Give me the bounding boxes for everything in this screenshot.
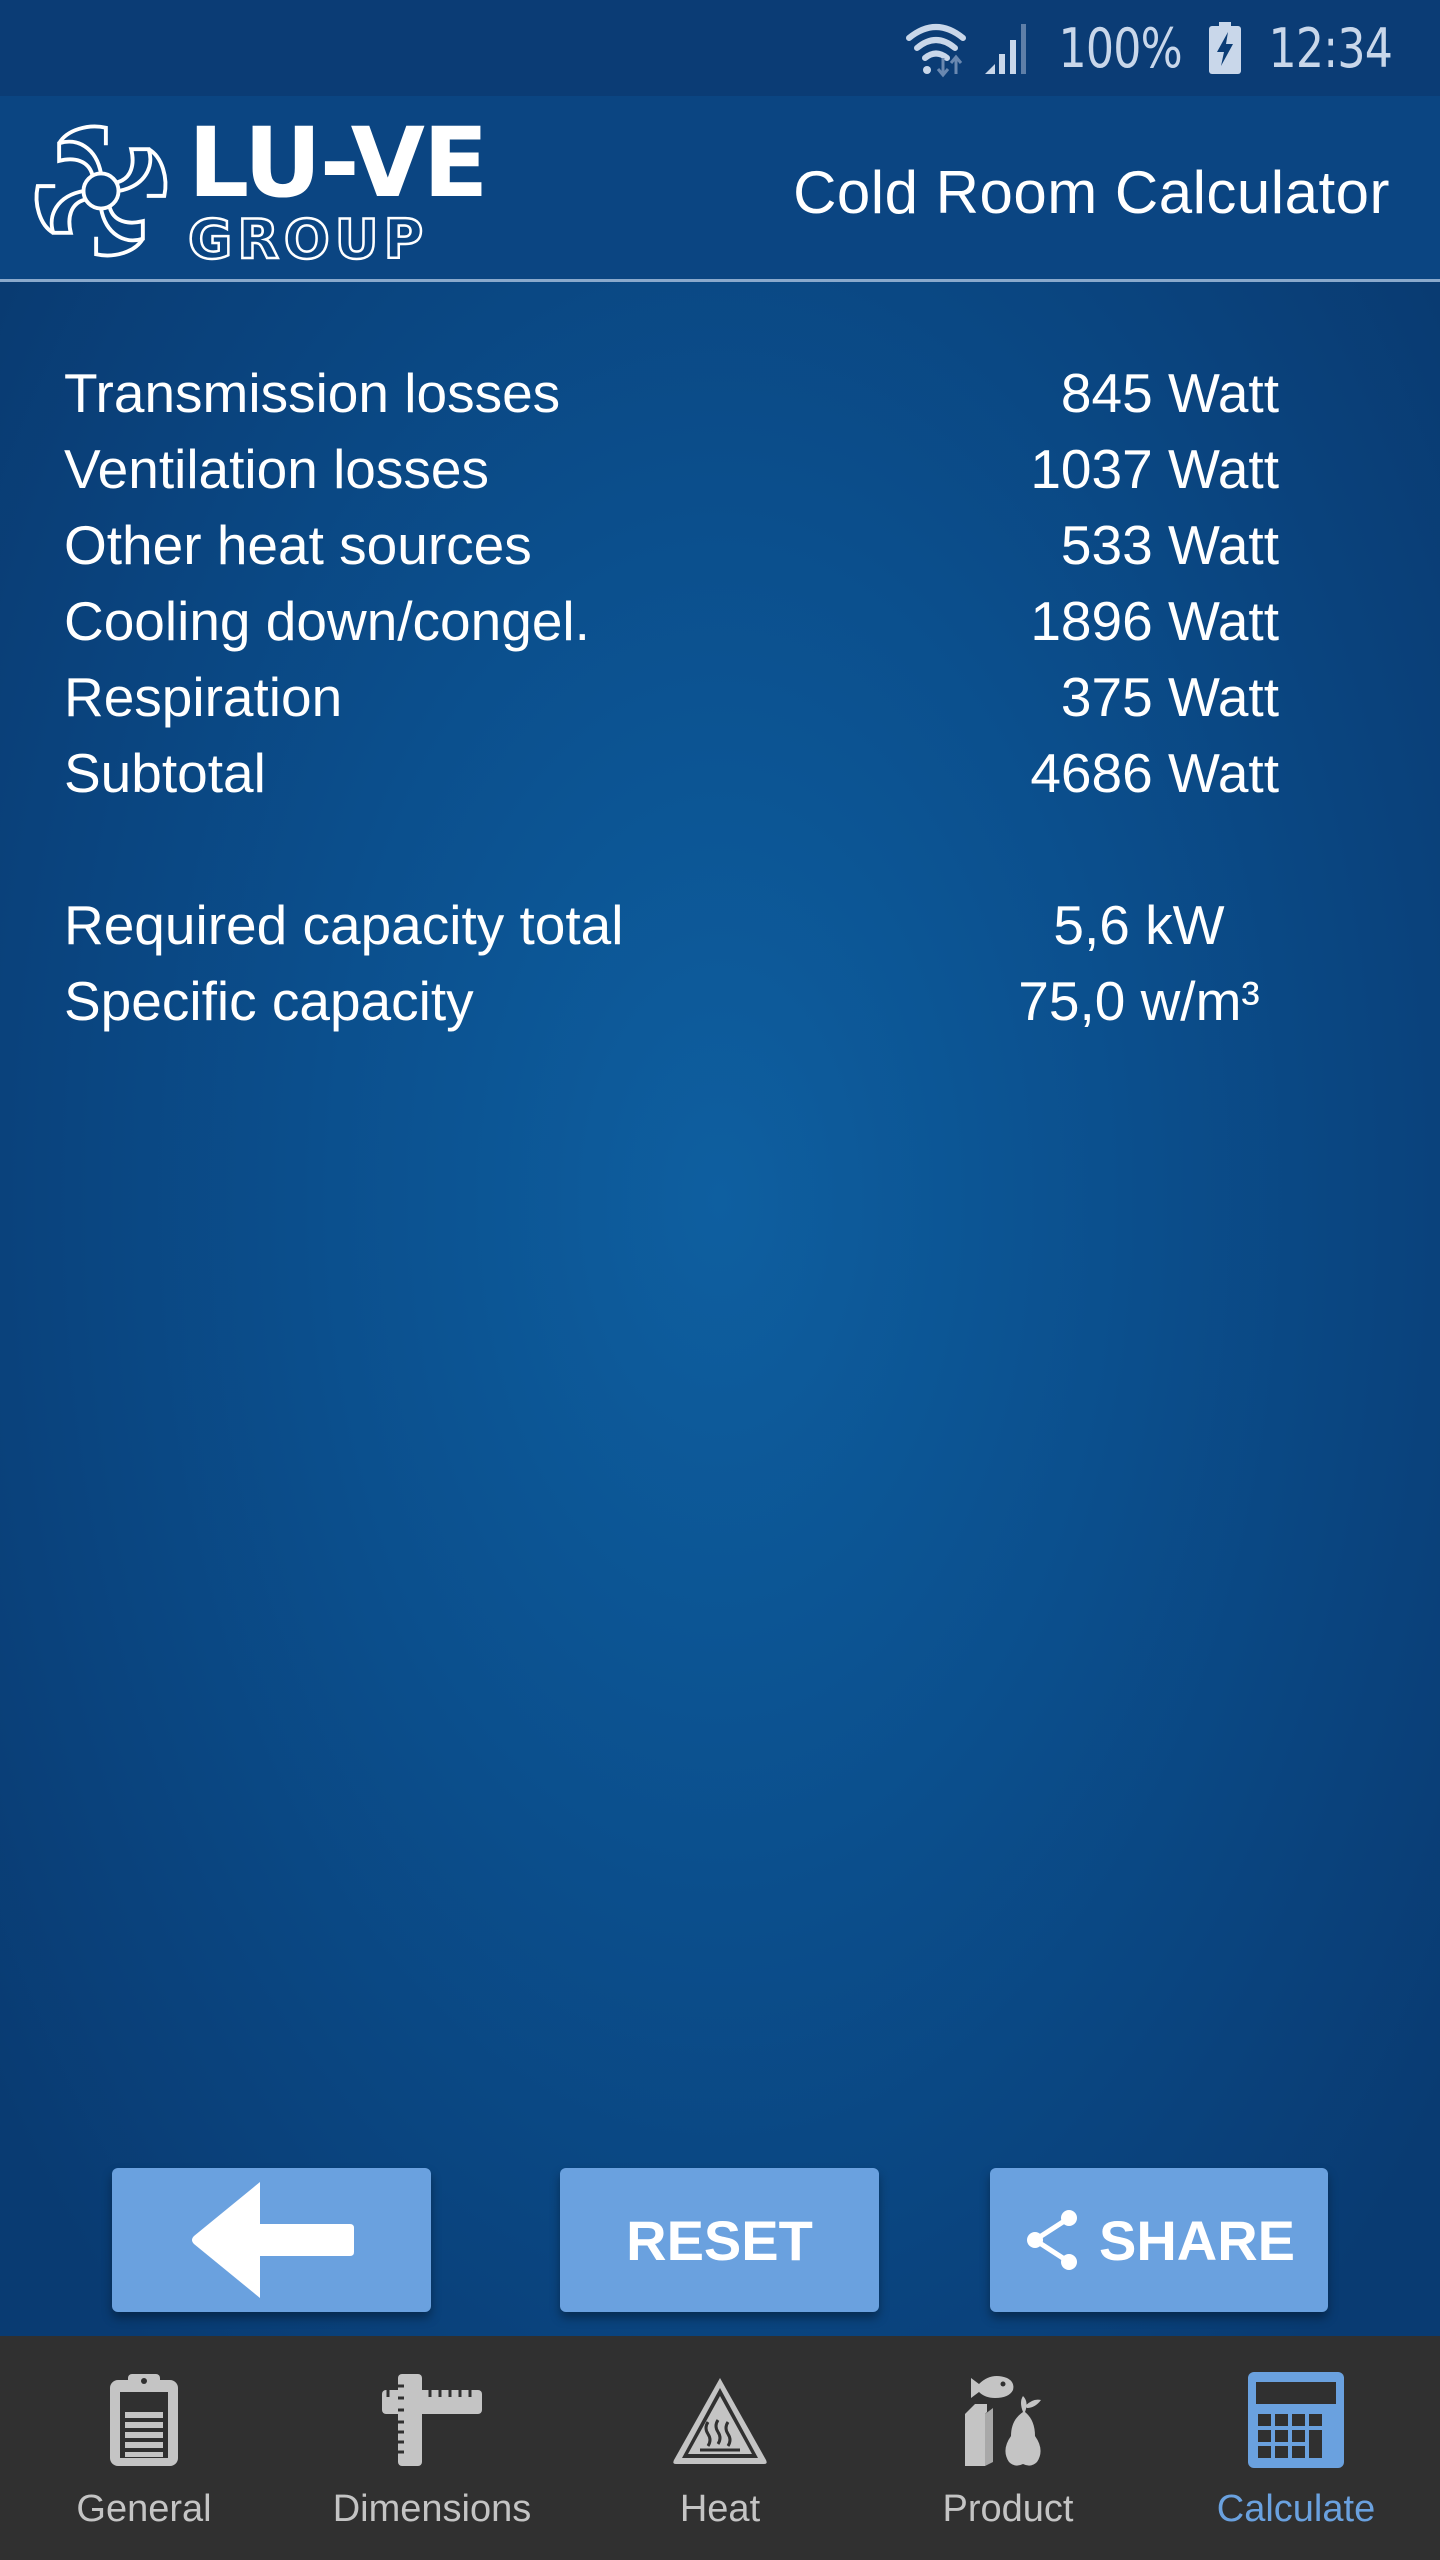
share-label: SHARE	[1098, 2208, 1296, 2272]
result-value: 845 Watt	[1060, 362, 1279, 424]
result-value: 5,6 kW	[1053, 894, 1225, 956]
result-value: 4686 Watt	[1030, 742, 1279, 804]
page-title: Cold Room Calculator	[793, 159, 1390, 226]
nav-tab-dimensions[interactable]: Dimensions	[288, 2336, 576, 2560]
result-row-subtotal: Subtotal 4686 Watt	[64, 735, 1304, 811]
result-label: Respiration	[64, 666, 343, 728]
app-header: LU-VE GROUP Cold Room Calculator	[0, 96, 1440, 282]
nav-label: Heat	[679, 2488, 761, 2530]
ruler-icon	[377, 2370, 487, 2470]
battery-charging-icon	[1209, 22, 1242, 74]
result-row-transmission: Transmission losses 845 Watt	[64, 355, 1304, 431]
nav-label: General	[76, 2488, 212, 2530]
reset-button[interactable]: RESET	[560, 2168, 879, 2312]
battery-percent: 100%	[1058, 16, 1183, 80]
nav-tab-general[interactable]: General	[0, 2336, 288, 2560]
nav-tab-calculate[interactable]: Calculate	[1152, 2336, 1440, 2560]
lu-ve-logo: LU-VE GROUP	[28, 107, 508, 271]
calculator-icon	[1241, 2370, 1351, 2470]
result-row-required-capacity: Required capacity total 5,6 kW	[64, 887, 1304, 963]
share-icon	[1026, 2210, 1077, 2270]
fan-logo-icon	[34, 124, 168, 258]
share-button[interactable]: SHARE	[990, 2168, 1328, 2312]
result-label: Subtotal	[64, 742, 266, 804]
results-panel: Transmission losses 845 Watt Ventilation…	[64, 355, 1304, 1039]
result-value: 375 Watt	[1060, 666, 1279, 728]
nav-label: Dimensions	[332, 2488, 532, 2530]
reset-label: RESET	[626, 2208, 813, 2272]
result-value: 533 Watt	[1060, 514, 1279, 576]
arrow-left-icon	[191, 2182, 354, 2298]
result-row-specific-capacity: Specific capacity 75,0 w/m³	[64, 963, 1304, 1039]
food-products-icon	[953, 2370, 1063, 2470]
clock: 12:34	[1268, 16, 1393, 80]
result-row-other-heat: Other heat sources 533 Watt	[64, 507, 1304, 583]
result-row-respiration: Respiration 375 Watt	[64, 659, 1304, 735]
heat-warning-icon	[665, 2370, 775, 2470]
clipboard-icon	[89, 2370, 199, 2470]
bottom-nav: General Dimensions Heat Product Calculat…	[0, 2336, 1440, 2560]
logo-subtitle: GROUP	[187, 208, 429, 271]
status-bar: 100% 12:34	[0, 0, 1440, 96]
result-label: Cooling down/congel.	[64, 590, 590, 652]
losses-list: Transmission losses 845 Watt Ventilation…	[64, 355, 1304, 811]
nav-label: Product	[942, 2488, 1074, 2530]
action-bar: RESET SHARE	[0, 2168, 1440, 2312]
logo-wordmark: LU-VE	[188, 107, 488, 219]
result-row-ventilation: Ventilation losses 1037 Watt	[64, 431, 1304, 507]
totals-list: Required capacity total 5,6 kW Specific …	[64, 887, 1304, 1039]
nav-label: Calculate	[1216, 2488, 1376, 2530]
nav-tab-heat[interactable]: Heat	[576, 2336, 864, 2560]
result-label: Other heat sources	[64, 514, 532, 576]
result-label: Transmission losses	[64, 362, 561, 424]
result-row-cooling-down: Cooling down/congel. 1896 Watt	[64, 583, 1304, 659]
result-value: 75,0 w/m³	[1018, 970, 1260, 1032]
result-value: 1037 Watt	[1030, 438, 1279, 500]
result-label: Ventilation losses	[64, 438, 489, 500]
signal-icon	[983, 20, 1031, 76]
result-value: 1896 Watt	[1030, 590, 1279, 652]
result-label: Required capacity total	[64, 894, 624, 956]
wifi-icon	[903, 18, 969, 78]
nav-tab-product[interactable]: Product	[864, 2336, 1152, 2560]
result-label: Specific capacity	[64, 970, 474, 1032]
back-button[interactable]	[112, 2168, 431, 2312]
